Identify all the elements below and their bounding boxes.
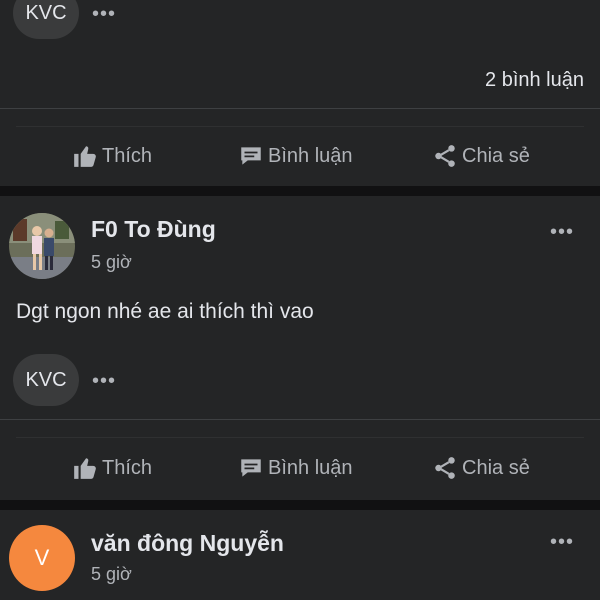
divider — [0, 108, 600, 109]
more-icon[interactable]: ••• — [550, 222, 574, 242]
divider — [16, 437, 584, 438]
comment-button[interactable]: Bình luận — [238, 455, 353, 481]
post-card-top: KVC ••• 2 bình luận Thích Bình luận Chia… — [0, 0, 600, 186]
like-button[interactable]: Thích — [72, 455, 152, 481]
avatar[interactable] — [9, 213, 75, 279]
post-card: F0 To Đùng 5 giờ ••• Dgt ngon nhé ae ai … — [0, 196, 600, 500]
post-card-bottom: V văn đông Nguyễn 5 giờ ••• — [0, 510, 600, 600]
divider — [16, 126, 584, 127]
share-icon — [432, 455, 458, 481]
reaction-more-icon[interactable]: ••• — [92, 4, 116, 24]
like-button[interactable]: Thích — [72, 143, 152, 169]
post-author[interactable]: F0 To Đùng — [91, 216, 216, 243]
share-button[interactable]: Chia sẻ — [432, 455, 530, 481]
comment-label: Bình luận — [268, 456, 353, 479]
avatar-letter: V — [9, 525, 75, 591]
thumbs-up-icon — [72, 143, 98, 169]
like-label: Thích — [102, 456, 153, 479]
card-separator — [0, 186, 600, 196]
comment-icon — [238, 455, 264, 481]
share-button[interactable]: Chia sẻ — [432, 143, 530, 169]
reaction-chip[interactable]: KVC — [13, 0, 79, 39]
post-time[interactable]: 5 giờ — [91, 564, 132, 585]
comment-button[interactable]: Bình luận — [238, 143, 353, 169]
share-label: Chia sẻ — [462, 144, 530, 167]
share-icon — [432, 143, 458, 169]
comments-count-link[interactable]: 2 bình luận — [485, 69, 584, 92]
avatar[interactable]: V — [9, 525, 75, 591]
divider — [0, 419, 600, 420]
comment-icon — [238, 143, 264, 169]
reaction-chip[interactable]: KVC — [13, 354, 79, 406]
post-time[interactable]: 5 giờ — [91, 252, 132, 273]
thumbs-up-icon — [72, 455, 98, 481]
more-icon[interactable]: ••• — [550, 532, 574, 552]
post-author[interactable]: văn đông Nguyễn — [91, 530, 284, 557]
card-separator — [0, 500, 600, 510]
like-label: Thích — [102, 144, 153, 167]
comment-label: Bình luận — [268, 144, 353, 167]
post-text: Dgt ngon nhé ae ai thích thì vao — [16, 300, 314, 323]
reaction-more-icon[interactable]: ••• — [92, 371, 116, 391]
share-label: Chia sẻ — [462, 456, 530, 479]
